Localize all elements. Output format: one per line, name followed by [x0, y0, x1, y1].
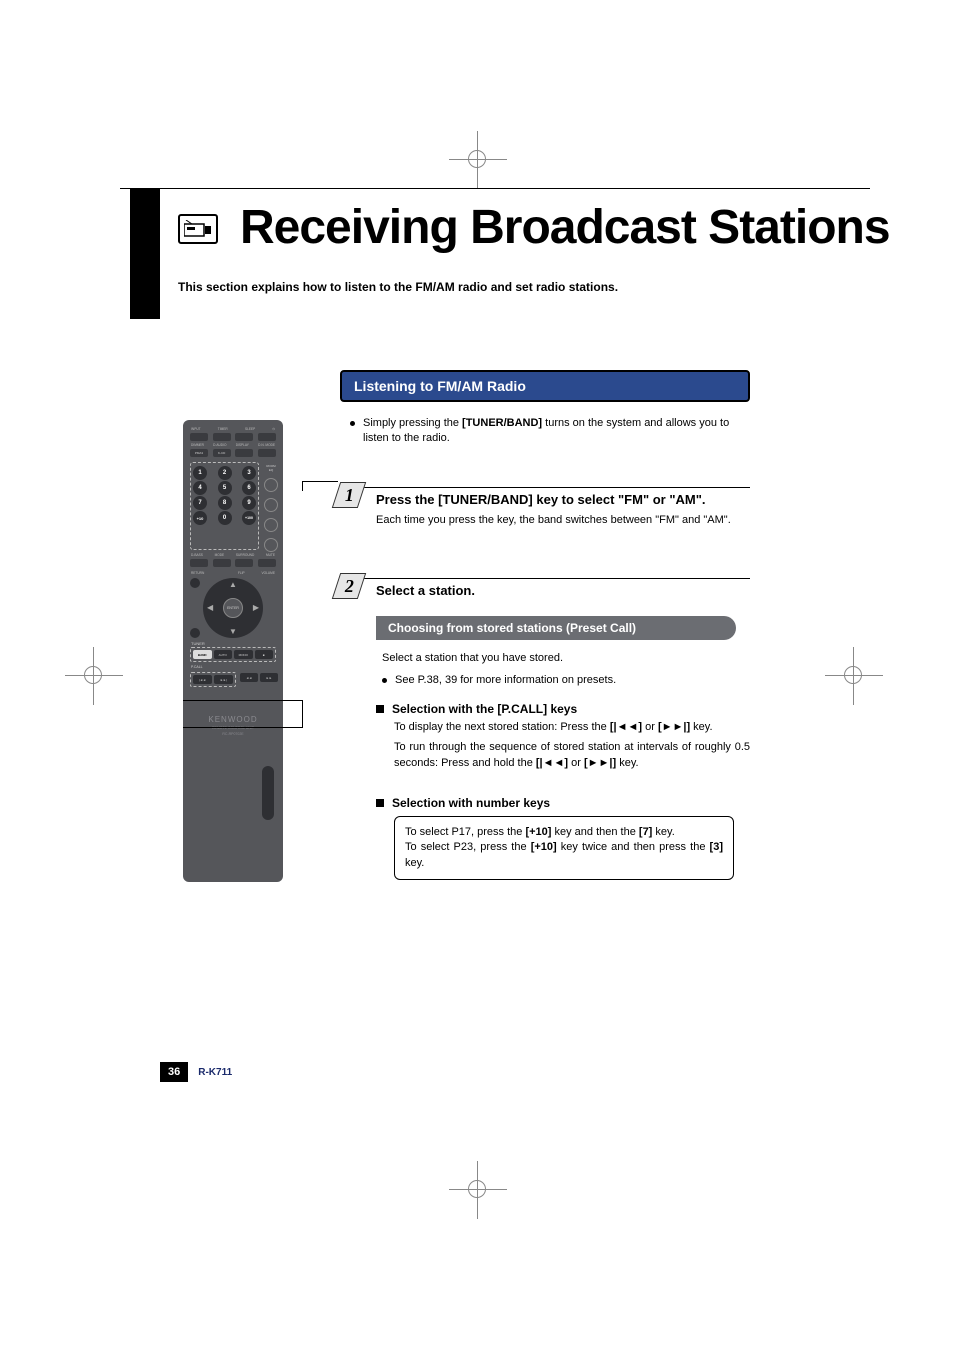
callout-line [183, 700, 303, 701]
callout-line [302, 700, 303, 727]
page-subtitle: This section explains how to listen to t… [178, 280, 618, 294]
section-heading-bar: Listening to FM/AM Radio [340, 370, 750, 402]
square-bullet-icon [376, 799, 384, 807]
model-number: R-K711 [198, 1067, 232, 1078]
header-side-tab [130, 189, 160, 319]
remote-pcall-row: |◄◄ ►►| [190, 672, 236, 687]
page-footer: 36 R-K711 [160, 1062, 232, 1082]
remote-volume-rocker [262, 766, 274, 820]
step-1: 1 Press the [TUNER/BAND] key to select "… [340, 488, 750, 528]
radio-icon [178, 214, 218, 244]
step-number-2: 2 [332, 573, 366, 599]
pcall-line-2: To run through the sequence of stored st… [394, 740, 750, 772]
numkey-selection-heading: Selection with number keys [392, 796, 550, 810]
remote-illustration: INPUTTIMERSLEEP⏻ DIMMERD.AUDIODISPLAYD.N… [183, 420, 283, 882]
step-2-bullet: See P.38, 39 for more information on pre… [395, 673, 616, 688]
callout-line [302, 481, 338, 482]
step-number-1: 1 [332, 482, 366, 508]
crop-mark-left [84, 666, 102, 684]
crop-mark-bottom [468, 1180, 486, 1198]
remote-cursor-wheel: ▲ ▼ ◀ ▶ ENTER [203, 578, 263, 638]
step-1-heading: Press the [TUNER/BAND] key to select "FM… [376, 492, 750, 507]
page-number: 36 [160, 1062, 188, 1082]
remote-tuner-row: BAND AUTO MONO ■ [190, 647, 276, 662]
step-2-heading: Select a station. [376, 583, 750, 598]
crop-mark-top [468, 150, 486, 168]
pcall-line-1: To display the next stored station: Pres… [394, 720, 750, 736]
page-title: Receiving Broadcast Stations [240, 200, 890, 255]
step-2: 2 Select a station. Choosing from stored… [340, 579, 750, 880]
remote-number-pad: 123 456 789 +100+100 [190, 462, 259, 550]
subsection-bar: Choosing from stored stations (Preset Ca… [376, 616, 736, 640]
remote-brand: KENWOOD [188, 715, 278, 724]
callout-line [302, 481, 303, 491]
pcall-selection-heading: Selection with the [P.CALL] keys [392, 702, 577, 716]
square-bullet-icon [376, 705, 384, 713]
trim-rule [120, 188, 870, 189]
step-1-text: Each time you press the key, the band sw… [376, 513, 750, 528]
callout-line [183, 727, 303, 728]
crop-mark-right [844, 666, 862, 684]
step-2-line: Select a station that you have stored. [382, 650, 750, 667]
intro-bullet: Simply pressing the [TUNER/BAND] turns o… [350, 416, 750, 447]
numkey-example-box: To select P17, press the [+10] key and t… [394, 816, 734, 880]
